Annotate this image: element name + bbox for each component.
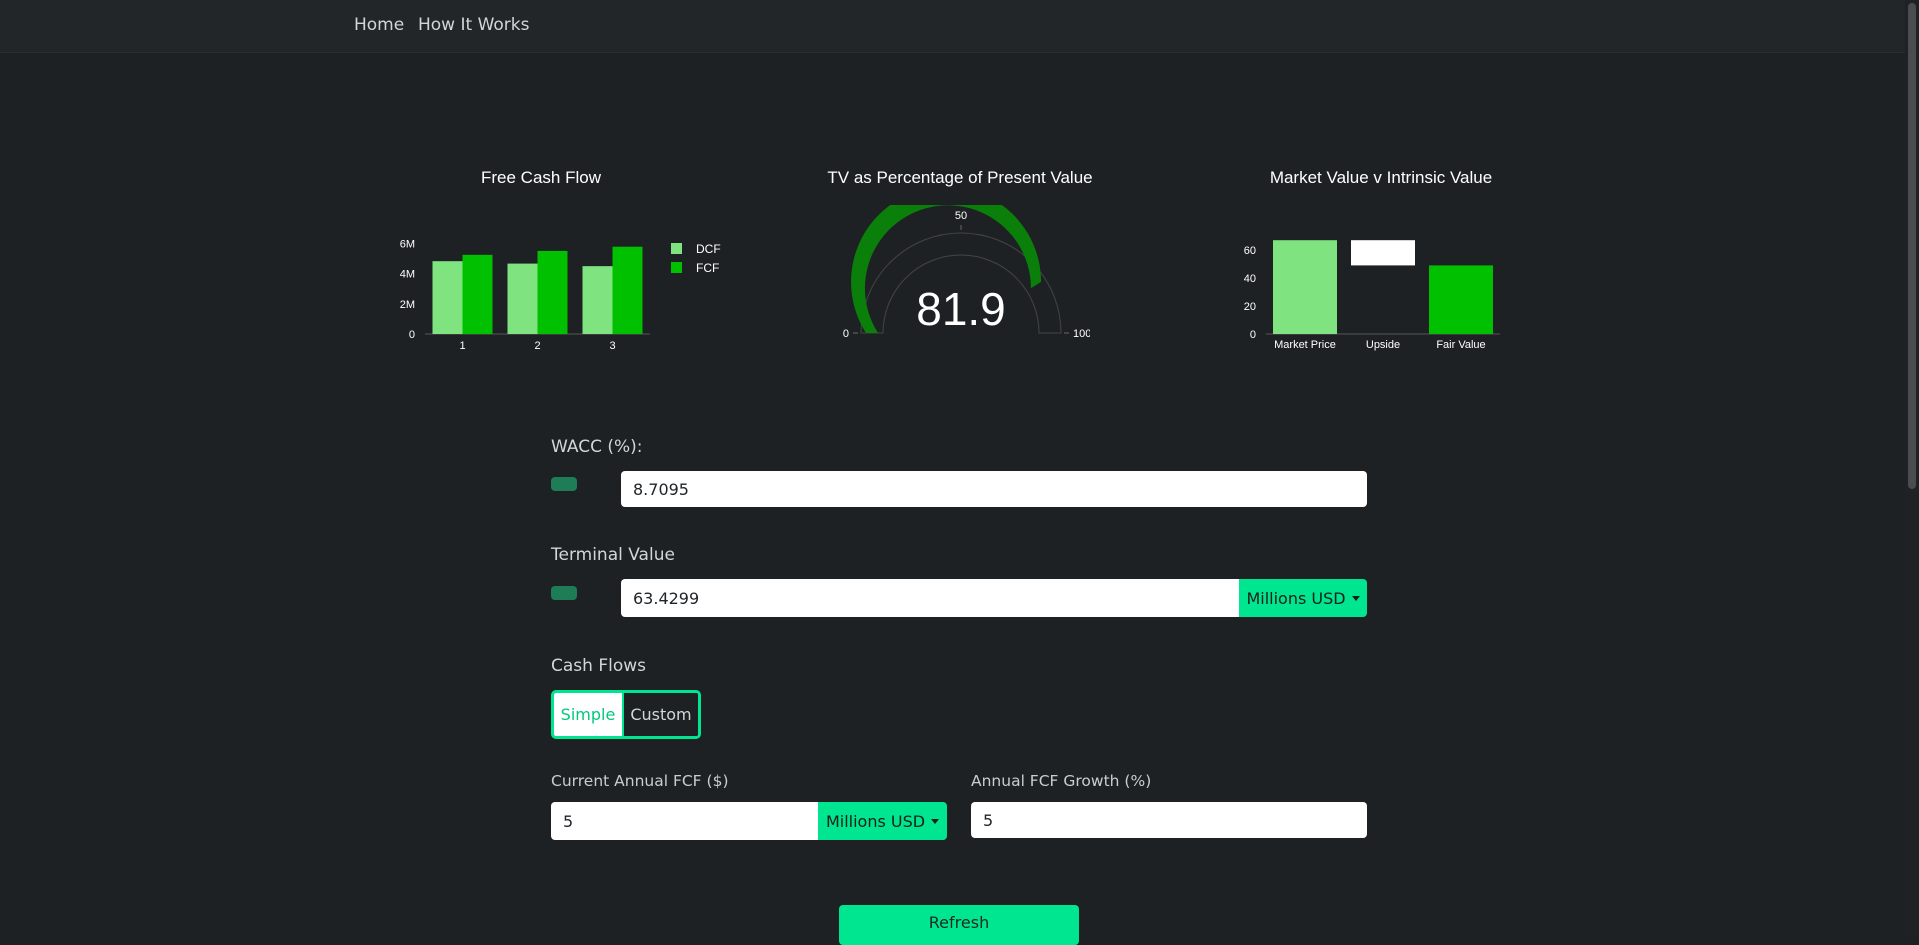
navbar: Home How It Works <box>0 0 1919 53</box>
fcf-y-tick: 2M <box>400 299 415 311</box>
nav-home-link[interactable]: Home <box>354 15 404 35</box>
current-fcf-input[interactable] <box>551 802 818 840</box>
fcf-y-tick: 6M <box>400 239 415 251</box>
fcf-legend-swatch <box>671 243 682 254</box>
mv-chart-title: Market Value v Intrinsic Value <box>1269 168 1493 187</box>
mode-simple-button[interactable]: Simple <box>554 693 624 736</box>
mv-bar-fair-value <box>1429 265 1493 334</box>
fcf-bar-dcf <box>507 263 538 334</box>
fcf-growth-label: Annual FCF Growth (%) <box>971 772 1152 790</box>
terminal-value-input[interactable] <box>621 579 1239 617</box>
terminal-value-unit-dropdown[interactable]: Millions USD <box>1239 579 1367 617</box>
fcf-y-tick: 4M <box>400 269 415 281</box>
mv-x-tick: Upside <box>1366 339 1400 351</box>
gauge-tick-label: 100 <box>1073 328 1090 340</box>
cash-flow-mode-group: Simple Custom <box>551 690 701 739</box>
fcf-bar-fcf <box>537 250 568 334</box>
fcf-legend-swatch <box>671 262 682 273</box>
gauge-tick-label: 0 <box>843 328 849 340</box>
page-scrollbar[interactable] <box>1905 0 1919 937</box>
fcf-bar-dcf <box>582 266 613 334</box>
mv-x-tick: Fair Value <box>1436 339 1485 351</box>
scrollbar-thumb[interactable] <box>1908 3 1916 489</box>
fcf-y-tick: 0 <box>409 329 415 341</box>
mv-bar-market-price <box>1273 240 1337 334</box>
wacc-label: WACC (%): <box>551 437 643 457</box>
tv-chart-title: TV as Percentage of Present Value <box>827 168 1093 187</box>
mv-y-tick: 60 <box>1244 245 1256 257</box>
mv-y-tick: 20 <box>1244 301 1256 313</box>
nav-how-it-works-link[interactable]: How It Works <box>418 15 529 35</box>
fcf-x-tick: 1 <box>459 340 465 352</box>
mv-bar-upside <box>1351 240 1415 266</box>
fcf-growth-input[interactable] <box>971 802 1367 838</box>
cash-flows-label: Cash Flows <box>551 656 646 676</box>
terminal-value-label: Terminal Value <box>551 545 675 565</box>
fcf-bar-fcf <box>462 254 493 334</box>
chevron-down-icon <box>931 818 940 824</box>
terminal-value-unit-label: Millions USD <box>1246 588 1346 608</box>
fcf-legend-label: FCF <box>696 261 719 275</box>
mv-y-tick: 40 <box>1244 273 1256 285</box>
refresh-button[interactable]: Refresh <box>839 905 1079 945</box>
wacc-toggle[interactable] <box>551 477 577 491</box>
fcf-x-tick: 3 <box>609 340 615 352</box>
fcf-bar-dcf <box>432 261 463 334</box>
fcf-bar-fcf <box>612 246 643 334</box>
tv-gauge-chart: 0 50 100 81.9 <box>843 205 1090 340</box>
wacc-input[interactable] <box>621 471 1367 507</box>
gauge-tick-label: 50 <box>955 210 967 222</box>
fcf-bar-chart: 0 2M 4M 6M 1 2 3 DCF FCF <box>400 239 721 352</box>
fcf-legend-label: DCF <box>696 242 721 256</box>
chevron-down-icon <box>1351 595 1360 601</box>
current-fcf-unit-dropdown[interactable]: Millions USD <box>818 802 947 840</box>
fcf-x-tick: 2 <box>534 340 540 352</box>
mv-x-tick: Market Price <box>1274 339 1336 351</box>
gauge-value-label: 81.9 <box>916 283 1006 335</box>
terminal-value-toggle[interactable] <box>551 586 577 600</box>
mv-bar-chart: 0 20 40 60 Market Price Upside Fair Value <box>1244 240 1500 351</box>
mv-y-tick: 0 <box>1250 329 1256 341</box>
current-fcf-label: Current Annual FCF ($) <box>551 772 729 790</box>
fcf-chart-title: Free Cash Flow <box>481 168 601 187</box>
current-fcf-unit-label: Millions USD <box>825 811 926 831</box>
mode-custom-button[interactable]: Custom <box>624 693 698 736</box>
